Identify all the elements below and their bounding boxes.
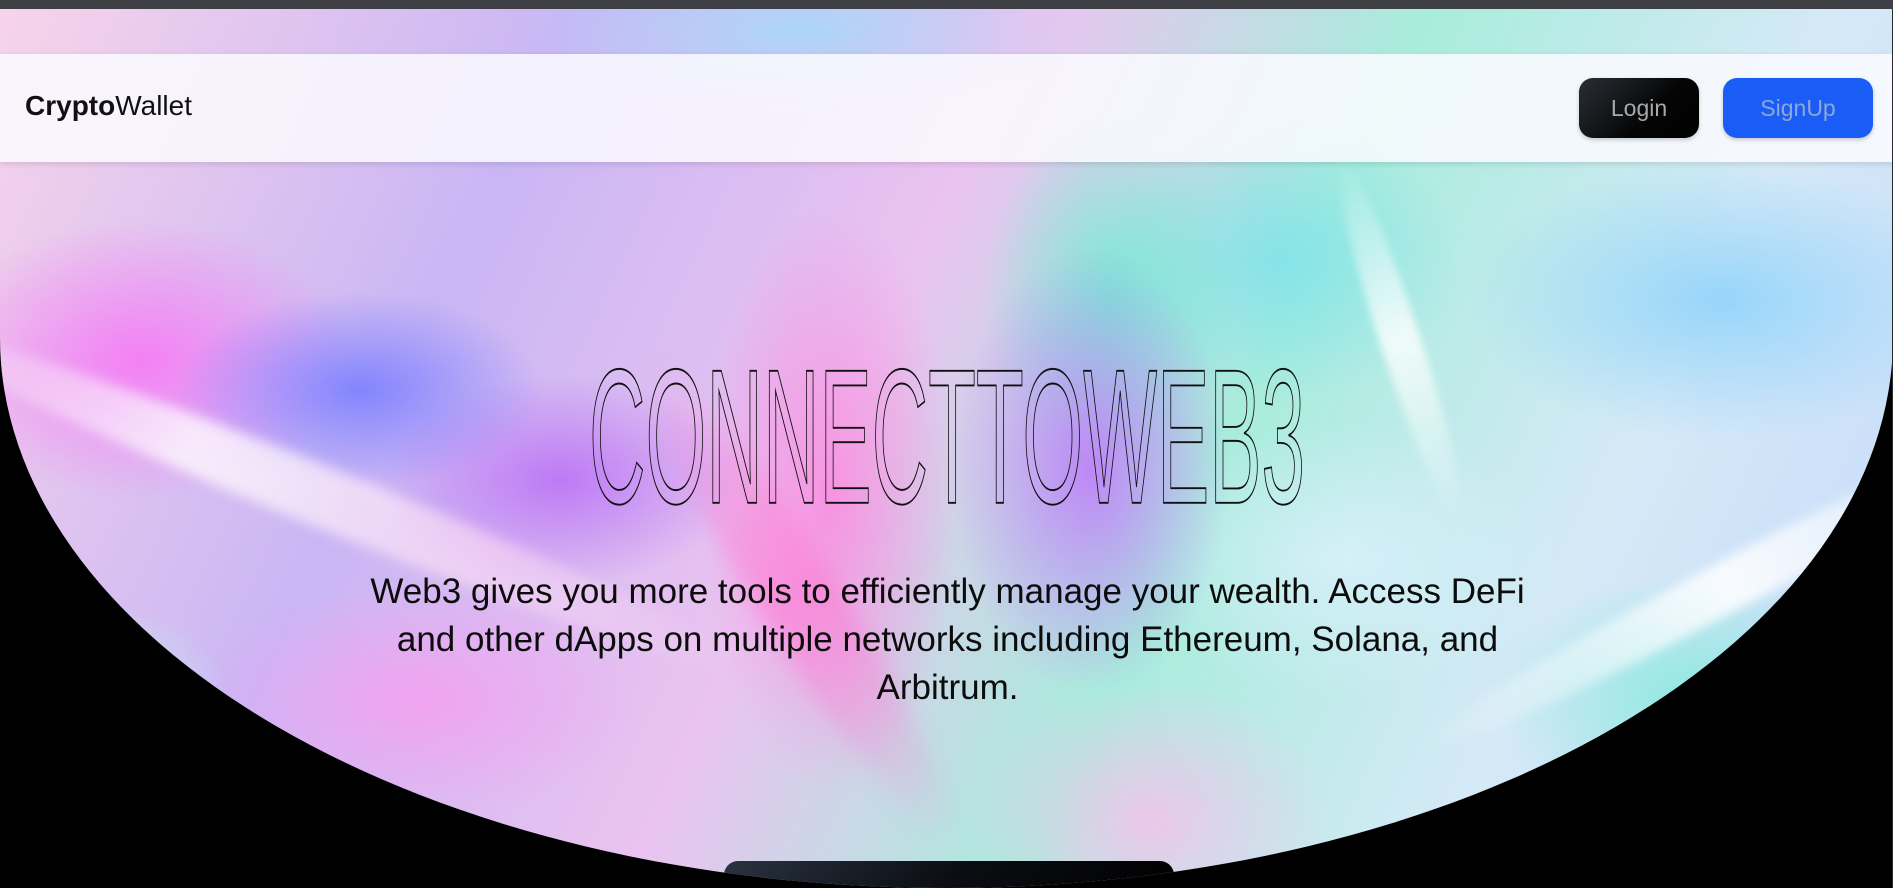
headline-glyphs: CONNECTTOWEB3 [589, 329, 1305, 512]
cta-button[interactable] [724, 861, 1174, 888]
hero-headline: CONNECTTOWEB3 [0, 312, 1893, 517]
signup-button[interactable]: SignUp [1723, 78, 1873, 138]
brand-logo-rest: Wallet [115, 90, 192, 121]
brand-logo[interactable]: CryptoWallet [25, 92, 192, 120]
brand-logo-bold: Crypto [25, 90, 116, 121]
browser-top-edge [0, 0, 1893, 9]
hero-headline-text: CONNECTTOWEB3 [588, 328, 1306, 512]
hero-subtitle: Web3 gives you more tools to efficiently… [370, 572, 1525, 707]
login-button[interactable]: Login [1579, 78, 1699, 138]
top-navbar: CryptoWallet Login SignUp [0, 54, 1893, 162]
